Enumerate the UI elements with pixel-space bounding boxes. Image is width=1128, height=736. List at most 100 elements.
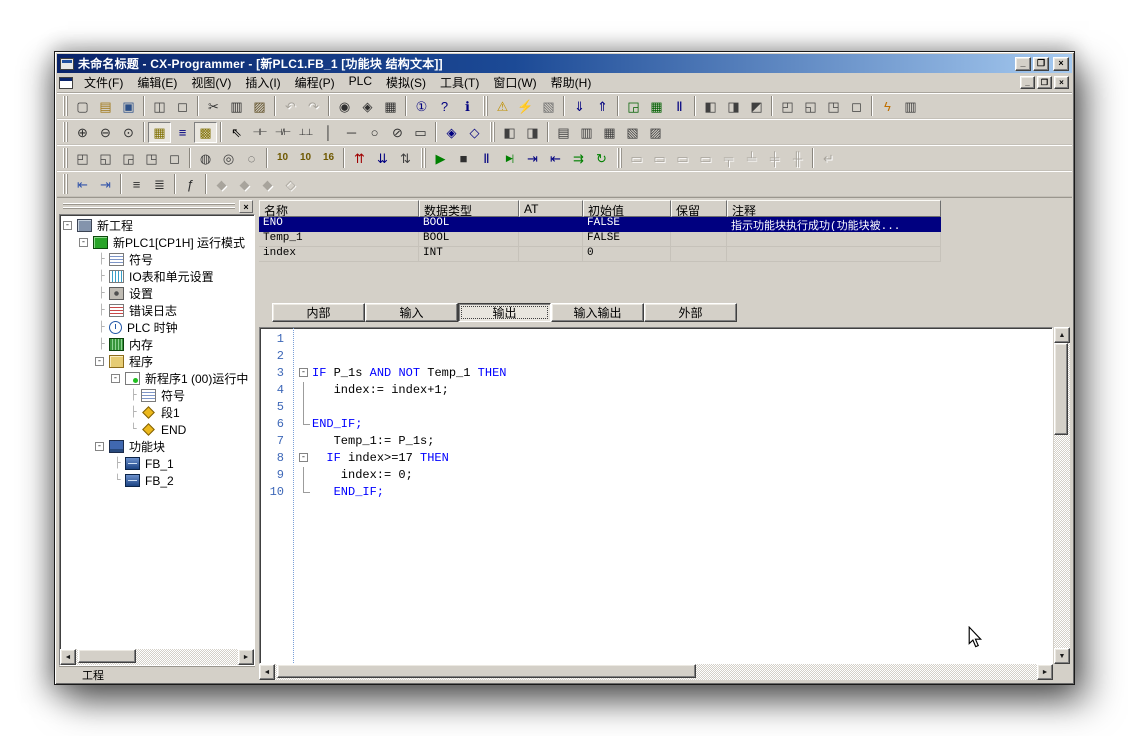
tree-item-end-node[interactable]: └END	[60, 421, 254, 438]
cell-at[interactable]	[519, 232, 583, 247]
menu-edit[interactable]: 编辑(E)	[130, 72, 184, 93]
editor-vertical-scrollbar[interactable]: ▲ ▼	[1054, 327, 1070, 664]
delete-row-button[interactable]: ▭	[694, 148, 717, 169]
find-in-project-button[interactable]: ▦	[379, 96, 402, 117]
toolbar-grip[interactable]	[61, 122, 69, 142]
list-view-button[interactable]: ≡	[125, 174, 148, 195]
panel-drag-grip[interactable]	[63, 203, 235, 210]
scrollbar-track[interactable]	[275, 664, 1037, 680]
transfer-to-plc-button[interactable]: ⇓	[568, 96, 591, 117]
close-button[interactable]: ×	[1053, 57, 1069, 71]
tree-item-program1-node[interactable]: -新程序1 (00)运行中	[60, 370, 254, 387]
menu-program[interactable]: 编程(P)	[288, 72, 342, 93]
scroll-right-icon[interactable]: ►	[1037, 664, 1053, 680]
fold-collapse-icon[interactable]: -	[299, 368, 308, 377]
scroll-left-icon[interactable]: ◄	[60, 649, 76, 665]
tree-item-function-blocks-node[interactable]: -功能块	[60, 438, 254, 455]
cell-at[interactable]	[519, 217, 583, 232]
context-help-button[interactable]: ℹ	[456, 96, 479, 117]
scrollbar-thumb[interactable]	[78, 649, 136, 663]
auto-online-button[interactable]: ϟ	[876, 96, 899, 117]
var-table-row[interactable]: indexINT0	[259, 247, 1070, 262]
cell-comment[interactable]: 指示功能块执行成功(功能块被...	[727, 217, 941, 232]
copy-button[interactable]: ▥	[225, 96, 248, 117]
cell-retain[interactable]	[671, 217, 727, 232]
indent-button[interactable]: ⇥	[94, 174, 117, 195]
view-mnemonic-button[interactable]: ◱	[94, 148, 117, 169]
tree-horizontal-scrollbar[interactable]: ◄ ►	[60, 649, 254, 665]
column-header-at[interactable]: AT	[519, 200, 583, 217]
io-comment-button[interactable]: ◧	[498, 122, 521, 143]
send-changes-button[interactable]: ◨	[722, 96, 745, 117]
window-arrange-button[interactable]: ◳	[822, 96, 845, 117]
pause-monitor-button[interactable]: Ⅱ	[668, 96, 691, 117]
cell-init[interactable]: FALSE	[583, 232, 671, 247]
bookmark-prev-button[interactable]: ◆	[256, 174, 279, 195]
open-button[interactable]: ▤	[94, 96, 117, 117]
step-in-button[interactable]: ⇥	[521, 148, 544, 169]
scrollbar-thumb[interactable]	[1054, 343, 1068, 435]
tree-item-fb2-node[interactable]: └FB_2	[60, 472, 254, 489]
zoom-out-button[interactable]: ⊖	[94, 122, 117, 143]
var-table-row[interactable]: Temp_1BOOLFALSE	[259, 232, 1070, 247]
compile-button[interactable]: ⚠	[491, 96, 514, 117]
bookmark-toggle-button[interactable]: ◆	[210, 174, 233, 195]
online-edit-button[interactable]: ◧	[699, 96, 722, 117]
tab-external[interactable]: 外部	[644, 303, 737, 322]
tab-input-output[interactable]: 输入输出	[551, 303, 644, 322]
align-horizontal-button[interactable]: ╪	[763, 148, 786, 169]
cell-comment[interactable]	[727, 247, 941, 262]
new-button[interactable]: ▢	[71, 96, 94, 117]
output-window-button[interactable]: ▨	[644, 122, 667, 143]
step-run-button[interactable]: ▶|	[498, 148, 521, 169]
menu-view[interactable]: 视图(V)	[184, 72, 238, 93]
menu-window[interactable]: 窗口(W)	[486, 72, 543, 93]
display-decimal-button[interactable]: 10	[271, 148, 294, 169]
view-ladder-button[interactable]: ◰	[71, 148, 94, 169]
cut-button[interactable]: ✂	[202, 96, 225, 117]
tree-item-error-log-node[interactable]: ├错误日志	[60, 302, 254, 319]
tab-output[interactable]: 输出	[458, 303, 551, 322]
fold-margin[interactable]	[297, 467, 312, 484]
tree-item-programs-node[interactable]: -程序	[60, 353, 254, 370]
code-line[interactable]: 8- IF index>=17 THEN	[260, 450, 1052, 467]
mdi-close-button[interactable]: ×	[1054, 76, 1069, 89]
return-button[interactable]: ↵	[817, 148, 840, 169]
code-line[interactable]: 3-IF P_1s AND NOT Temp_1 THEN	[260, 365, 1052, 382]
compile-all-button[interactable]: ⚡	[514, 96, 537, 117]
help-button[interactable]: ?	[433, 96, 456, 117]
grid-toggle-button[interactable]: ▦	[148, 122, 171, 143]
scrollbar-track[interactable]	[76, 649, 238, 665]
symbols-table-button[interactable]: ▤	[552, 122, 575, 143]
cell-init[interactable]: 0	[583, 247, 671, 262]
tree-item-project-root[interactable]: -新工程	[60, 217, 254, 234]
fold-margin[interactable]	[297, 433, 312, 450]
menu-file[interactable]: 文件(F)	[77, 72, 130, 93]
fold-margin[interactable]	[297, 348, 312, 365]
redo-button[interactable]: ↷	[302, 96, 325, 117]
undo-button[interactable]: ↶	[279, 96, 302, 117]
tree-item-plc-node[interactable]: -新PLC1[CP1H] 运行模式	[60, 234, 254, 251]
menu-insert[interactable]: 插入(I)	[238, 72, 287, 93]
new-closed-contact-button[interactable]: ⊣/⊢	[271, 122, 294, 143]
scrollbar-track[interactable]	[1054, 343, 1070, 648]
pause-simulation-button[interactable]: Ⅱ	[475, 148, 498, 169]
insert-function-button[interactable]: ƒ	[179, 174, 202, 195]
insert-rung-button[interactable]: ▭	[625, 148, 648, 169]
save-button[interactable]: ▣	[117, 96, 140, 117]
insert-row-button[interactable]: ▭	[671, 148, 694, 169]
tree-expand-icon[interactable]: -	[111, 374, 120, 383]
bookmark-clear-button[interactable]: ◇	[279, 174, 302, 195]
new-or-contact-button[interactable]: ⊥⊥	[294, 122, 317, 143]
paste-button[interactable]: ▨	[248, 96, 271, 117]
menu-help[interactable]: 帮助(H)	[544, 72, 599, 93]
cell-type[interactable]: BOOL	[419, 217, 519, 232]
force-off-button[interactable]: ⇊	[371, 148, 394, 169]
column-header-retain[interactable]: 保留	[671, 200, 727, 217]
tree-expand-icon[interactable]: -	[95, 442, 104, 451]
align-vertical-button[interactable]: ╫	[786, 148, 809, 169]
minimize-button[interactable]: _	[1015, 57, 1031, 71]
cell-name[interactable]: ENO	[259, 217, 419, 232]
view-symbols-button[interactable]: ◲	[117, 148, 140, 169]
column-header-comment[interactable]: 注释	[727, 200, 941, 217]
